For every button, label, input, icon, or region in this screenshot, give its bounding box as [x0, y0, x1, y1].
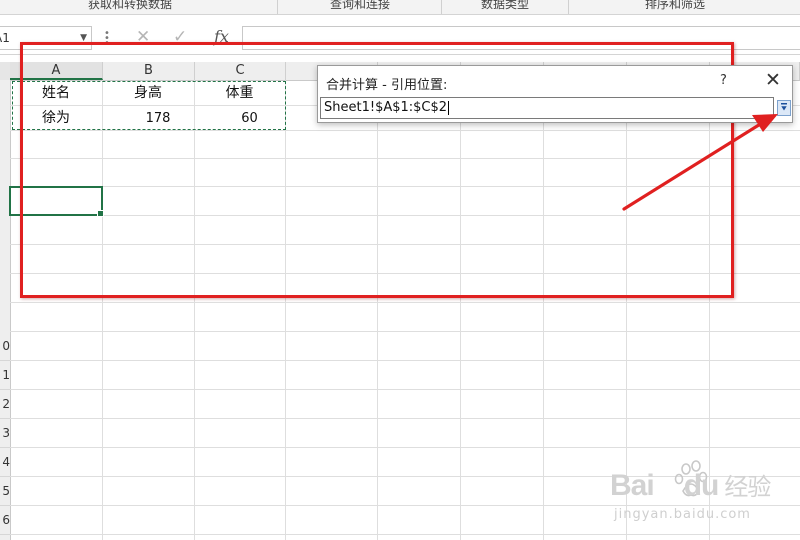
ribbon-group-sort-filter: 排序和筛选 — [644, 0, 705, 11]
grid-line — [10, 331, 800, 332]
grid-line — [10, 447, 800, 448]
row-header-11[interactable]: 1 — [0, 361, 10, 390]
grid-line — [10, 534, 800, 535]
row-header-12[interactable]: 2 — [0, 390, 10, 419]
grid-line — [10, 476, 800, 477]
ribbon-group-get-transform: 获取和转换数据 — [87, 0, 172, 11]
close-icon: ✕ — [765, 69, 781, 91]
grid-line — [10, 505, 800, 506]
row-header-14[interactable]: 4 — [0, 448, 10, 477]
ribbon-group-labels: 获取和转换数据 查询和连接 数据类型 排序和筛选 — [0, 0, 800, 15]
ribbon-group-queries: 查询和连接 — [329, 0, 390, 11]
reference-value: Sheet1!$A$1:$C$2 — [324, 100, 448, 115]
expand-dialog-button[interactable] — [777, 100, 791, 116]
grid-line — [10, 302, 800, 303]
grid-line — [10, 389, 800, 390]
row-header-10[interactable]: 0 — [0, 332, 10, 361]
expand-dialog-icon — [781, 103, 787, 111]
dialog-title: 合并计算 - 引用位置: — [326, 78, 448, 93]
text-caret — [448, 100, 450, 115]
ribbon-group-data-types: 数据类型 — [480, 0, 529, 11]
ribbon-separator — [277, 0, 278, 14]
grid-line — [10, 418, 800, 419]
close-button[interactable]: ✕ — [765, 69, 781, 91]
help-button[interactable]: ? — [720, 73, 727, 88]
name-box-value: A1 — [0, 31, 10, 45]
grid-line — [10, 360, 800, 361]
row-header-13[interactable]: 3 — [0, 419, 10, 448]
ribbon-separator — [568, 0, 569, 14]
row-header-15[interactable]: 5 — [0, 477, 10, 506]
ribbon-separator — [441, 0, 442, 14]
consolidate-reference-dialog: 合并计算 - 引用位置: ? ✕ Sheet1!$A$1:$C$2 — [317, 65, 793, 123]
row-header-16[interactable]: 6 — [0, 506, 10, 535]
reference-input[interactable]: Sheet1!$A$1:$C$2 — [320, 97, 774, 119]
